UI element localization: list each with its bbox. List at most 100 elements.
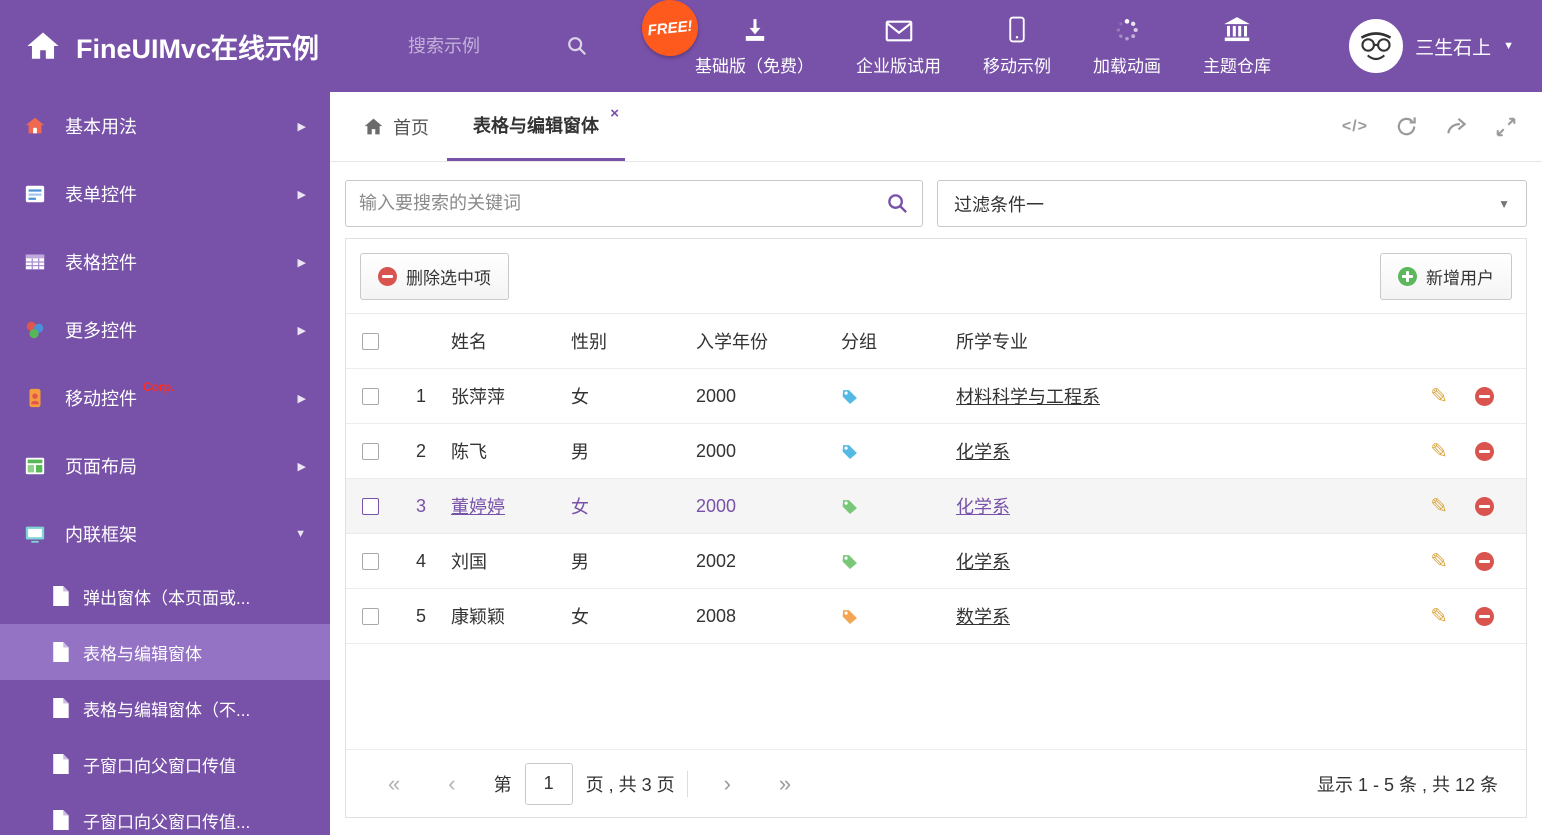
search-icon[interactable] [886, 192, 909, 215]
source-code-icon[interactable]: </> [1342, 118, 1368, 136]
sidebar-subitem-label: 子窗口向父窗口传值... [83, 812, 251, 832]
edit-icon[interactable]: ✎ [1430, 441, 1448, 462]
row-checkbox[interactable] [362, 497, 379, 515]
nav-theme-repo[interactable]: 主题仓库 [1182, 0, 1292, 92]
sidebar-item-label: 基本用法 [65, 117, 137, 137]
top-search [408, 35, 616, 57]
sidebar-subitem-child-to-parent[interactable]: 子窗口向父窗口传值 [0, 736, 330, 792]
sidebar-item-label: 表单控件 [65, 185, 137, 205]
user-menu[interactable]: 三生石上 ▼ [1349, 19, 1542, 73]
column-group[interactable]: 分组 [841, 328, 956, 354]
next-page-icon[interactable]: › [700, 772, 755, 795]
delete-icon[interactable] [1475, 441, 1494, 461]
corp-badge: Corp. [143, 380, 175, 394]
cell-gender: 男 [571, 552, 589, 572]
edit-icon[interactable]: ✎ [1430, 551, 1448, 572]
sidebar: 基本用法 ▶ 表单控件 ▶ 表格控件 ▶ 更多控件 ▶ 移动控件 Corp. ▶… [0, 92, 330, 835]
select-all-checkbox[interactable] [362, 332, 379, 350]
row-index: 2 [415, 440, 426, 461]
row-checkbox[interactable] [362, 442, 379, 460]
major-link[interactable]: 化学系 [956, 442, 1010, 462]
page-number-input[interactable] [524, 762, 573, 805]
sidebar-item-more-controls[interactable]: 更多控件 ▶ [0, 296, 330, 364]
top-header: FineUIMvc在线示例 FREE! 基础版（免费） 企业版试用 移动示例 [0, 0, 1542, 92]
edit-icon[interactable]: ✎ [1430, 606, 1448, 627]
row-checkbox[interactable] [362, 607, 379, 625]
edit-icon[interactable]: ✎ [1430, 496, 1448, 517]
column-year[interactable]: 入学年份 [696, 328, 841, 354]
tab-label: 表格与编辑窗体 [473, 116, 599, 136]
iframe-icon [24, 523, 50, 545]
share-icon[interactable] [1445, 115, 1468, 138]
table-header-row: 姓名 性别 入学年份 分组 所学专业 [346, 314, 1526, 369]
sidebar-item-basic-usage[interactable]: 基本用法 ▶ [0, 92, 330, 160]
prev-page-icon[interactable]: ‹ [424, 772, 479, 795]
column-gender[interactable]: 性别 [571, 328, 696, 354]
delete-icon[interactable] [1475, 386, 1494, 406]
sidebar-subitem-child-to-parent-2[interactable]: 子窗口向父窗口传值... [0, 792, 330, 835]
row-index: 3 [415, 495, 426, 516]
sidebar-item-grid-controls[interactable]: 表格控件 ▶ [0, 228, 330, 296]
column-name[interactable]: 姓名 [451, 328, 571, 354]
sidebar-item-form-controls[interactable]: 表单控件 ▶ [0, 160, 330, 228]
sidebar-subitem-grid-edit-window[interactable]: 表格与编辑窗体 [0, 624, 330, 680]
chevron-right-icon: ▶ [297, 120, 306, 133]
table-row[interactable]: 1 张萍萍 女 2000 材料科学与工程系 ✎ [346, 369, 1526, 424]
nav-loading-animations[interactable]: 加载动画 [1072, 0, 1182, 92]
table-row[interactable]: 5 康颖颖 女 2008 数学系 ✎ [346, 589, 1526, 644]
nav-basic-edition[interactable]: FREE! 基础版（免费） [639, 0, 835, 92]
column-major[interactable]: 所学专业 [956, 328, 1396, 354]
sidebar-item-iframe[interactable]: 内联框架 ▼ [0, 500, 330, 568]
sidebar-subitem-label: 表格与编辑窗体（不... [83, 700, 251, 720]
delete-icon[interactable] [1475, 606, 1494, 626]
table-row[interactable]: 2 陈飞 男 2000 化学系 ✎ [346, 424, 1526, 479]
user-name: 三生石上 [1415, 37, 1492, 59]
sidebar-item-page-layout[interactable]: 页面布局 ▶ [0, 432, 330, 500]
keyword-search-input[interactable] [359, 193, 886, 214]
sidebar-subitem-label: 弹出窗体（本页面或... [83, 588, 251, 608]
close-icon[interactable]: × [610, 105, 619, 122]
row-checkbox[interactable] [362, 387, 379, 405]
delete-icon[interactable] [1475, 551, 1494, 571]
edit-icon[interactable]: ✎ [1430, 386, 1448, 407]
add-user-button[interactable]: 新增用户 [1380, 252, 1512, 300]
delete-selected-button[interactable]: 删除选中项 [360, 252, 509, 300]
nav-label: 企业版试用 [856, 56, 941, 76]
refresh-icon[interactable] [1395, 115, 1418, 138]
search-icon[interactable] [566, 35, 588, 57]
expand-icon[interactable] [1495, 116, 1517, 138]
nav-label: 加载动画 [1093, 56, 1161, 76]
home-icon [364, 118, 383, 135]
sidebar-item-mobile-controls[interactable]: 移动控件 Corp. ▶ [0, 364, 330, 432]
top-search-input[interactable] [408, 35, 566, 57]
major-link[interactable]: 材料科学与工程系 [956, 387, 1100, 407]
nav-label: 移动示例 [983, 56, 1051, 76]
delete-icon[interactable] [1475, 496, 1494, 516]
minus-circle-icon [378, 266, 397, 286]
first-page-icon[interactable]: « [364, 772, 424, 795]
nav-enterprise-trial[interactable]: 企业版试用 [835, 0, 962, 92]
more-icon [24, 319, 50, 341]
table-row[interactable]: 4 刘国 男 2002 化学系 ✎ [346, 534, 1526, 589]
add-user-label: 新增用户 [1426, 268, 1494, 288]
tab-tools: </> [1342, 92, 1527, 161]
major-link[interactable]: 数学系 [956, 607, 1010, 627]
table-row[interactable]: 3 董婷婷 女 2000 化学系 ✎ [346, 479, 1526, 534]
home-icon [24, 115, 50, 137]
sidebar-subitem-popup-window[interactable]: 弹出窗体（本页面或... [0, 568, 330, 624]
download-icon [742, 16, 768, 43]
record-summary: 显示 1 - 5 条 , 共 12 条 [1316, 774, 1498, 795]
sidebar-item-label: 移动控件 [65, 389, 137, 409]
cell-year: 2002 [696, 550, 737, 571]
filter-dropdown[interactable]: 过滤条件一 ▼ [937, 180, 1527, 227]
sidebar-subitem-grid-edit-window-2[interactable]: 表格与编辑窗体（不... [0, 680, 330, 736]
row-checkbox[interactable] [362, 552, 379, 570]
tab-grid-edit-window[interactable]: 表格与编辑窗体 × [447, 92, 625, 161]
table-empty-space [346, 644, 1526, 749]
major-link[interactable]: 化学系 [956, 552, 1010, 572]
nav-mobile-demo[interactable]: 移动示例 [962, 0, 1072, 92]
last-page-icon[interactable]: » [755, 772, 815, 795]
major-link[interactable]: 化学系 [956, 497, 1010, 517]
cell-name: 康颖颖 [451, 607, 505, 627]
tab-home[interactable]: 首页 [345, 92, 447, 161]
